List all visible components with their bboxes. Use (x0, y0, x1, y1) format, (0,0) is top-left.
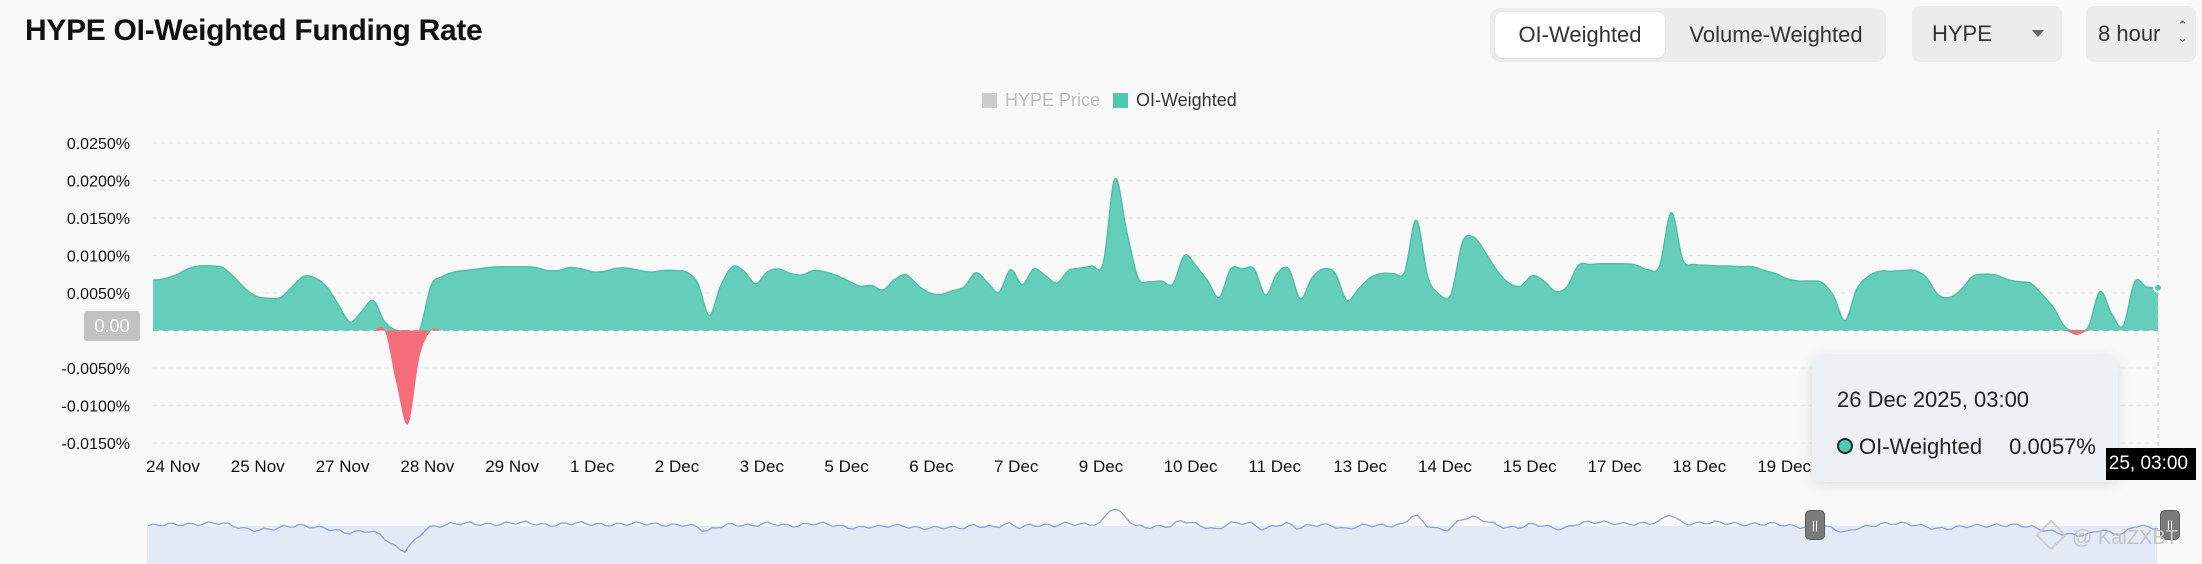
binance-logo-icon (2035, 519, 2067, 551)
x-tick-label: 3 Dec (740, 457, 785, 476)
navigator-series-line (147, 508, 2159, 553)
tooltip-series-label: OI-Weighted (1859, 434, 1983, 459)
tooltip-value: 0.0057% (2009, 434, 2096, 459)
x-tick-label: 11 Dec (1248, 457, 1301, 476)
x-tick-label: 18 Dec (1672, 457, 1726, 476)
x-tick-label: 10 Dec (1164, 457, 1218, 476)
watermark-text: @ KaiZXBT (2072, 527, 2178, 549)
y-tick-label: 0.0050% (67, 286, 130, 303)
x-tick-label: 14 Dec (1418, 457, 1472, 476)
tooltip-series: OI-Weighted (1837, 434, 1982, 460)
y-tick-label: -0.0050% (62, 361, 131, 378)
x-tick-label: 19 Dec (1757, 457, 1811, 476)
crosshair-marker (2153, 282, 2163, 293)
x-tick-label: 29 Nov (485, 457, 539, 476)
crosshair-y-label: 0.00 (84, 311, 140, 341)
y-tick-label: 0.0100% (67, 249, 130, 266)
tooltip-date: 26 Dec 2025, 03:00 (1837, 387, 2030, 412)
x-tick-label: 25 Nov (231, 457, 285, 476)
tooltip: 26 Dec 2025, 03:00 OI-Weighted 0.0057% (1812, 356, 2118, 482)
x-tick-label: 15 Dec (1503, 457, 1557, 476)
series-dot-icon (1837, 438, 1853, 454)
y-tick-label: 0.0250% (67, 136, 130, 153)
crosshair-x-label: 25, 03:00 (2106, 448, 2196, 480)
x-tick-label: 5 Dec (824, 457, 869, 476)
y-tick-label: -0.0150% (62, 436, 131, 453)
x-tick-label: 17 Dec (1588, 457, 1642, 476)
x-tick-label: 27 Nov (316, 457, 370, 476)
watermark: @ KaiZXBT (2035, 519, 2178, 551)
x-tick-label: 2 Dec (655, 457, 700, 476)
y-tick-label: 0.0150% (67, 211, 130, 228)
y-tick-label: -0.0100% (62, 399, 131, 416)
positive-area (153, 178, 2158, 334)
x-tick-label: 13 Dec (1333, 457, 1387, 476)
x-tick-label: 6 Dec (909, 457, 954, 476)
x-tick-label: 1 Dec (570, 457, 615, 476)
y-tick-label: 0.0200% (67, 174, 130, 191)
x-tick-label: 28 Nov (400, 457, 454, 476)
x-tick-label: 24 Nov (146, 457, 200, 476)
navigator-left-handle[interactable]: || (1805, 510, 1825, 540)
x-tick-label: 7 Dec (994, 457, 1039, 476)
x-tick-label: 9 Dec (1079, 457, 1124, 476)
